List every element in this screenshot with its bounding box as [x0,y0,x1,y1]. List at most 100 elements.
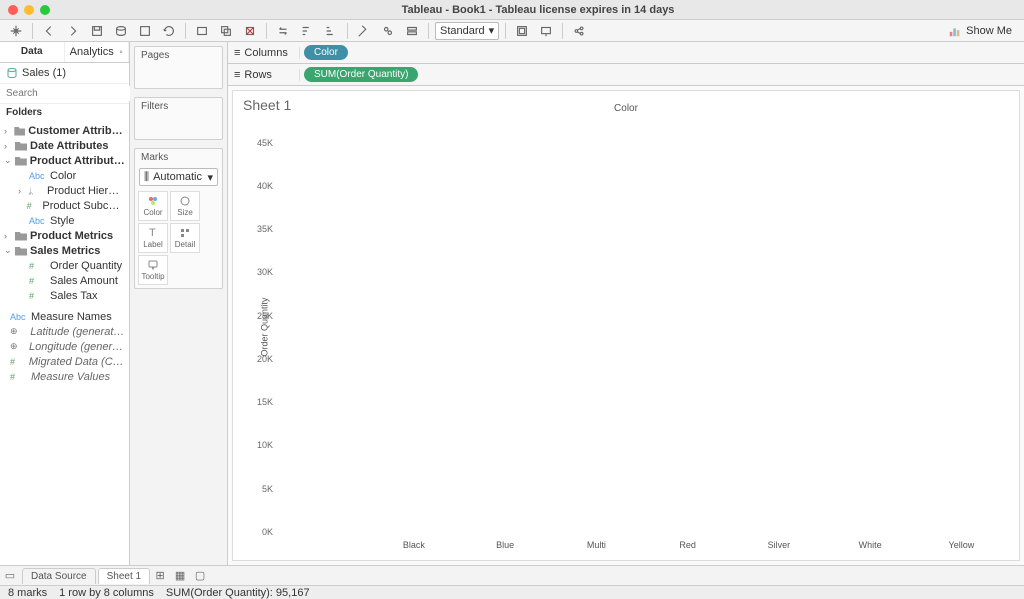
field-color[interactable]: AbcColor [0,168,129,183]
new-dashboard-icon[interactable]: ▦ [170,569,190,582]
field-longitude-generated-[interactable]: ⊕Longitude (generated) [0,339,129,354]
share-icon[interactable] [569,22,589,40]
tab-data[interactable]: Data [0,42,65,62]
fit-selector[interactable]: Standard▾ [435,22,499,40]
window-controls [8,5,50,15]
marks-size[interactable]: Size [170,191,200,221]
pill-color-dim[interactable]: Color [304,45,348,60]
svg-text:T: T [149,227,156,239]
folder-product-metrics[interactable]: ›Product Metrics [0,228,129,243]
x-label [277,540,368,550]
sort-desc-icon[interactable] [321,22,341,40]
folder-sales-metrics[interactable]: ⌄Sales Metrics [0,243,129,258]
marks-tooltip[interactable]: Tooltip [138,255,168,285]
labels-icon[interactable] [402,22,422,40]
maximize-window[interactable] [40,5,50,15]
clear-icon[interactable] [240,22,260,40]
swap-icon[interactable] [273,22,293,40]
mark-type-selector[interactable]: ⫼Automatic▾ [139,168,218,186]
x-label: Blue [460,540,551,550]
showme-icon [948,24,962,38]
field-measure-values[interactable]: #Measure Values [0,369,129,384]
x-label: Silver [733,540,824,550]
x-label: Red [642,540,733,550]
marks-color[interactable]: Color [138,191,168,221]
y-tick: 35K [257,224,273,234]
field-product-hierarchy[interactable]: ›ᛦProduct Hierarchy [0,183,129,198]
field-order-quantity[interactable]: #Order Quantity [0,258,129,273]
rows-icon: ≡ [234,69,240,81]
tab-analytics[interactable]: Analytics ◦ [65,42,130,62]
tableau-logo-icon[interactable] [6,22,26,40]
shelves-pane: Pages Filters Marks ⫼Automatic▾ ColorSiz… [130,42,228,565]
datasource-tab[interactable]: Data Source [22,568,96,584]
save-icon[interactable] [87,22,107,40]
close-window[interactable] [8,5,18,15]
back-icon[interactable] [39,22,59,40]
viz-area[interactable]: Sheet 1 Color Order Quantity 0K5K10K15K2… [232,90,1020,561]
field-sales-tax[interactable]: #Sales Tax [0,288,129,303]
duplicate-icon[interactable] [216,22,236,40]
x-label: Yellow [916,540,1007,550]
pages-shelf[interactable]: Pages [134,46,223,89]
datasource-tab-icon[interactable]: ▭ [0,569,20,582]
new-story-icon[interactable]: ▢ [190,569,210,582]
sheet-tabs: ▭ Data Source Sheet 1 ⊞ ▦ ▢ [0,565,1024,585]
rows-shelf[interactable]: ≡Rows SUM(Order Quantity) [228,64,1024,86]
x-label: Black [368,540,459,550]
folder-customer-attributes[interactable]: ›Customer Attributes [0,123,129,138]
folder-date-attributes[interactable]: ›Date Attributes [0,138,129,153]
x-label: White [825,540,916,550]
y-tick: 15K [257,397,273,407]
y-tick: 25K [257,311,273,321]
minimize-window[interactable] [24,5,34,15]
show-hide-icon[interactable] [512,22,532,40]
new-datasource-icon[interactable] [111,22,131,40]
y-tick: 5K [262,484,273,494]
show-me-button[interactable]: Show Me [942,24,1018,38]
filters-shelf[interactable]: Filters [134,97,223,140]
datasource-icon [6,67,18,79]
titlebar: Tableau - Book1 - Tableau license expire… [0,0,1024,20]
field-latitude-generated-[interactable]: ⊕Latitude (generated) [0,324,129,339]
marks-card: Marks ⫼Automatic▾ ColorSizeTLabelDetailT… [134,148,223,289]
bar-chart[interactable] [277,121,1007,532]
sheet1-tab[interactable]: Sheet 1 [98,568,150,584]
chart-title: Color [233,103,1019,114]
presentation-icon[interactable] [536,22,556,40]
forward-icon[interactable] [63,22,83,40]
y-tick: 0K [262,527,273,537]
y-axis-label: Order Quantity [260,297,270,356]
folder-product-attributes[interactable]: ⌄Product Attributes [0,153,129,168]
field-style[interactable]: AbcStyle [0,213,129,228]
new-sheet-icon[interactable] [192,22,212,40]
columns-icon: ≡ [234,47,240,59]
data-pane: Data Analytics ◦ Sales (1) ⌕ ▽ ≡ Folders… [0,42,130,565]
y-tick: 30K [257,267,273,277]
y-tick: 20K [257,354,273,364]
marks-label[interactable]: TLabel [138,223,168,253]
highlight-icon[interactable] [354,22,374,40]
marks-detail[interactable]: Detail [170,223,200,253]
y-tick: 10K [257,440,273,450]
y-tick: 45K [257,138,273,148]
field-migrated-data-count-[interactable]: #Migrated Data (Count) [0,354,129,369]
status-marks: 8 marks [8,587,47,599]
y-tick: 40K [257,181,273,191]
field-sales-amount[interactable]: #Sales Amount [0,273,129,288]
field-measure-names[interactable]: AbcMeasure Names [0,309,129,324]
new-worksheet-icon[interactable]: ⊞ [150,569,170,582]
search-input[interactable] [4,86,140,101]
pill-order-quantity[interactable]: SUM(Order Quantity) [304,67,418,82]
field-product-subcategory-id[interactable]: #Product Subcategory ID [0,198,129,213]
group-icon[interactable] [378,22,398,40]
status-bar: 8 marks 1 row by 8 columns SUM(Order Qua… [0,585,1024,599]
datasource-item[interactable]: Sales (1) [0,63,129,83]
workspace: ≡Columns Color ≡Rows SUM(Order Quantity)… [228,42,1024,565]
pause-icon[interactable] [135,22,155,40]
status-rowcol: 1 row by 8 columns [59,587,154,599]
sort-asc-icon[interactable] [297,22,317,40]
columns-shelf[interactable]: ≡Columns Color [228,42,1024,64]
refresh-icon[interactable] [159,22,179,40]
status-sum: SUM(Order Quantity): 95,167 [166,587,310,599]
